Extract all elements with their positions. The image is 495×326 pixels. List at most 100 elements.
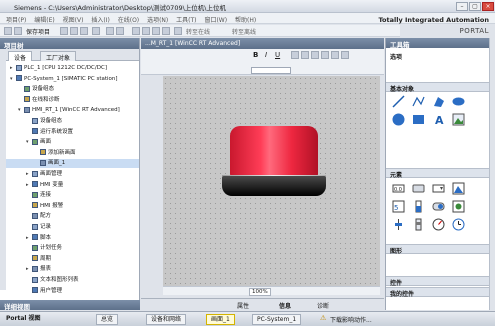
menu-insert[interactable]: 插入(I)	[91, 15, 109, 24]
tree-item[interactable]: 文本和图形列表	[0, 276, 139, 285]
basic-objects-header[interactable]: 基本对象	[386, 82, 490, 93]
paste-icon[interactable]	[80, 27, 88, 35]
scroll-bar-tool-icon[interactable]	[412, 218, 425, 231]
undo-icon[interactable]	[106, 27, 114, 35]
save-project-button[interactable]: 保存项目	[26, 27, 50, 36]
slider-tool-icon[interactable]	[392, 218, 405, 231]
task-pc-system[interactable]: PC-System_1	[252, 314, 302, 325]
line-width-icon[interactable]	[341, 51, 349, 59]
tree-item[interactable]: ▸ HMI 变量	[0, 181, 139, 190]
diagnostics-tab[interactable]: 诊断	[317, 301, 329, 310]
tab-plant-objects[interactable]: 工厂对象	[40, 51, 77, 62]
date-time-tool-icon[interactable]: 5	[392, 200, 405, 213]
my-controls-header[interactable]: 我的控件	[386, 287, 490, 298]
line-style-icon[interactable]	[331, 51, 339, 59]
font-select[interactable]	[251, 67, 291, 74]
new-project-icon[interactable]	[4, 27, 12, 35]
elements-header[interactable]: 元素	[386, 168, 490, 179]
task-devices-networks[interactable]: 设备和网络	[146, 314, 187, 325]
line-tool-icon[interactable]	[392, 95, 405, 108]
tree-item[interactable]: ▸ 报表	[0, 265, 139, 274]
screen-canvas[interactable]	[163, 76, 380, 286]
tree-item[interactable]: 在线和诊断	[0, 96, 139, 105]
detail-view-header[interactable]: 详细视图	[0, 300, 140, 311]
ellipse-tool-icon[interactable]	[452, 95, 465, 108]
copy-icon[interactable]	[70, 27, 78, 35]
tree-item[interactable]: ▸ 脚本	[0, 234, 139, 243]
delete-icon[interactable]	[92, 27, 100, 35]
red-indicator-lamp[interactable]	[230, 126, 318, 178]
open-project-icon[interactable]	[14, 27, 22, 35]
menu-edit[interactable]: 编辑(E)	[34, 15, 54, 24]
compile-icon[interactable]	[132, 27, 140, 35]
upload-icon[interactable]	[152, 27, 160, 35]
portal-view-button[interactable]: Portal 视图	[2, 314, 45, 325]
tree-item[interactable]: 画面_1	[0, 159, 139, 169]
underline-icon[interactable]: U	[275, 51, 283, 59]
tree-item[interactable]: HMI 报警	[0, 202, 139, 211]
tree-item[interactable]: ▸ 画面管理	[0, 170, 139, 179]
menu-window[interactable]: 窗口(W)	[204, 15, 227, 24]
redo-icon[interactable]	[116, 27, 124, 35]
maximize-button[interactable]: ▢	[469, 2, 481, 11]
close-button[interactable]: ×	[482, 2, 494, 11]
tree-item[interactable]: ▾ 画面	[0, 138, 139, 147]
tree-node-icon	[32, 202, 38, 209]
simulate-icon[interactable]	[162, 27, 170, 35]
tree-item[interactable]: 用户管理	[0, 287, 139, 296]
menu-view[interactable]: 视图(V)	[63, 15, 84, 24]
switch-tool-icon[interactable]	[432, 200, 445, 213]
tree-item[interactable]: 记录	[0, 223, 139, 232]
graphic-view-tool-icon[interactable]	[452, 113, 465, 126]
graphic-io-tool-icon[interactable]	[452, 182, 465, 195]
task-overview[interactable]: 总览	[96, 314, 119, 325]
info-tab[interactable]: 信息	[279, 301, 291, 310]
tree-item[interactable]: 计划任务	[0, 244, 139, 253]
italic-icon[interactable]: I	[265, 51, 273, 59]
tree-item[interactable]: 连接	[0, 191, 139, 200]
circle-tool-icon[interactable]	[392, 113, 405, 126]
go-online-button[interactable]: 转至在线	[186, 27, 210, 36]
button-tool-icon[interactable]	[412, 182, 425, 195]
tree-item[interactable]: 配方	[0, 212, 139, 221]
cut-icon[interactable]	[60, 27, 68, 35]
menu-online[interactable]: 在线(O)	[118, 15, 139, 24]
tree-item[interactable]: 设备组态	[0, 85, 139, 94]
tree-item[interactable]: 周期	[0, 255, 139, 264]
accessible-devices-icon[interactable]	[174, 27, 182, 35]
text-field-tool-icon[interactable]: A	[432, 113, 445, 126]
tree-item[interactable]: ▾ PC-System_1 [SIMATIC PC station]	[0, 75, 139, 84]
menu-help[interactable]: 帮助(H)	[235, 15, 256, 24]
properties-tab[interactable]: 属性	[237, 301, 249, 310]
tree-item[interactable]: 运行系统设置	[0, 128, 139, 137]
line-color-icon[interactable]	[311, 51, 319, 59]
io-field-tool-icon[interactable]: 0.0	[392, 182, 405, 195]
controls-header[interactable]: 控件	[386, 276, 490, 287]
symbolic-io-tool-icon[interactable]	[432, 182, 445, 195]
tree-item[interactable]: 设备组态	[0, 117, 139, 126]
polyline-tool-icon[interactable]	[412, 95, 425, 108]
tree-item[interactable]: 添加新画面	[0, 149, 139, 158]
bar-tool-icon[interactable]	[412, 200, 425, 213]
task-screen-1[interactable]: 画面_1	[206, 314, 235, 325]
zoom-level[interactable]: 100%	[249, 288, 271, 296]
bold-icon[interactable]: B	[253, 51, 261, 59]
minimize-button[interactable]: –	[456, 2, 468, 11]
download-icon[interactable]	[142, 27, 150, 35]
rectangle-tool-icon[interactable]	[412, 113, 425, 126]
menu-tools[interactable]: 工具(T)	[176, 15, 196, 24]
clock-tool-icon[interactable]	[452, 218, 465, 231]
gauge-tool-icon[interactable]	[432, 218, 445, 231]
fill-color-icon[interactable]	[301, 51, 309, 59]
polygon-tool-icon[interactable]	[432, 95, 445, 108]
menu-options[interactable]: 选项(N)	[147, 15, 168, 24]
align-icon[interactable]	[291, 51, 299, 59]
symbol-library-tool-icon[interactable]	[452, 200, 465, 213]
tab-devices[interactable]: 设备	[8, 51, 33, 62]
font-color-icon[interactable]	[321, 51, 329, 59]
tree-item[interactable]: ▸ PLC_1 [CPU 1212C DC/DC/DC]	[0, 64, 139, 73]
graphics-header[interactable]: 图形	[386, 244, 490, 255]
tree-item[interactable]: ▾ HMI_RT_1 [WinCC RT Advanced]	[0, 106, 139, 115]
menu-project[interactable]: 项目(P)	[6, 15, 26, 24]
go-offline-button[interactable]: 转至离线	[232, 27, 256, 36]
